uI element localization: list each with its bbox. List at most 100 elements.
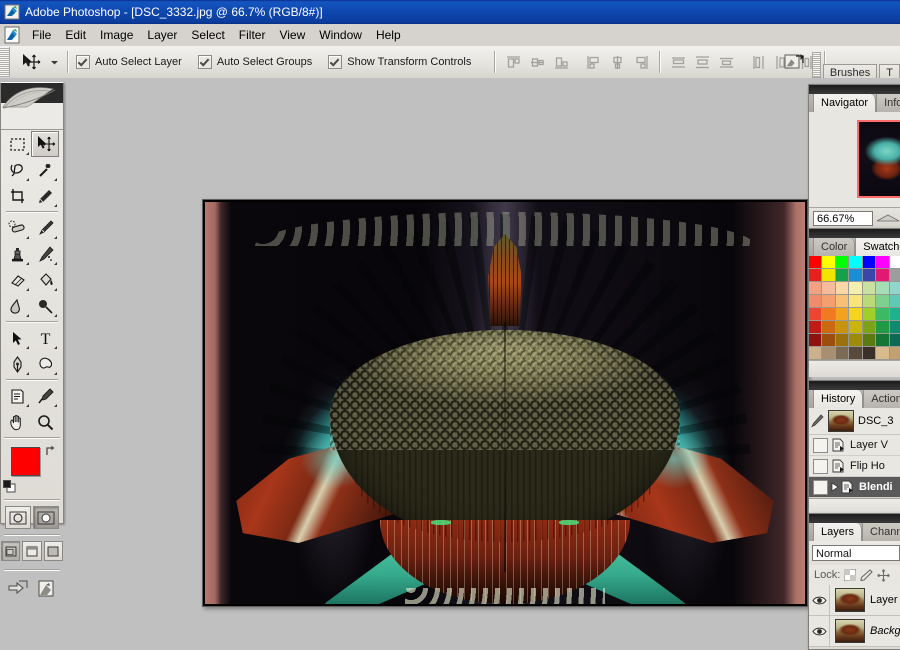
lock-position-icon[interactable]	[877, 568, 891, 582]
path-selection-tool[interactable]	[3, 325, 31, 351]
tab-channels[interactable]: Channels	[862, 523, 900, 541]
color-swatch[interactable]	[835, 256, 850, 269]
color-swatch[interactable]	[876, 256, 890, 269]
color-swatch[interactable]	[835, 347, 850, 360]
layer-name[interactable]: Layer	[870, 594, 898, 606]
menu-help[interactable]: Help	[369, 26, 408, 44]
color-swatch[interactable]	[876, 334, 890, 347]
distribute-top-edges-icon[interactable]	[668, 52, 689, 73]
color-swatch[interactable]	[849, 282, 863, 295]
color-swatch[interactable]	[849, 321, 863, 334]
distribute-left-edges-icon[interactable]	[748, 52, 769, 73]
tab-history[interactable]: History	[813, 390, 864, 408]
notes-tool[interactable]	[3, 383, 31, 409]
layer-name[interactable]: Backg	[870, 625, 900, 637]
lasso-tool[interactable]	[3, 157, 31, 183]
menu-image[interactable]: Image	[93, 26, 140, 44]
eye-icon[interactable]	[809, 585, 830, 615]
color-swatch[interactable]	[862, 295, 877, 308]
default-colors-icon[interactable]	[3, 480, 16, 493]
blur-tool[interactable]	[3, 293, 31, 319]
color-swatch[interactable]	[809, 269, 823, 282]
photoshop-document-icon[interactable]	[3, 26, 21, 44]
color-swatch[interactable]	[809, 347, 823, 360]
blend-mode-select[interactable]: Normal	[812, 545, 900, 561]
color-swatch[interactable]	[876, 295, 890, 308]
menu-layer[interactable]: Layer	[140, 26, 184, 44]
move-tool[interactable]	[31, 131, 59, 157]
color-swatch[interactable]	[889, 347, 900, 360]
color-swatch[interactable]	[835, 321, 850, 334]
pen-tool[interactable]	[3, 351, 31, 377]
color-swatch[interactable]	[835, 269, 850, 282]
history-title-bar[interactable]	[809, 381, 900, 390]
zoom-tool[interactable]	[31, 409, 59, 435]
document-window[interactable]	[202, 199, 808, 607]
navigator-title-bar[interactable]	[809, 85, 900, 94]
color-swatch[interactable]	[835, 334, 850, 347]
eyedropper-tool[interactable]	[31, 383, 59, 409]
color-swatch[interactable]	[876, 321, 890, 334]
color-swatch[interactable]	[876, 282, 890, 295]
color-swatch[interactable]	[822, 282, 836, 295]
distribute-vertical-centers-icon[interactable]	[692, 52, 713, 73]
tab-info[interactable]: Info	[876, 94, 900, 112]
layer-row[interactable]: Layer	[809, 585, 900, 616]
layer-thumbnail[interactable]	[835, 588, 865, 612]
auto-select-layer-option[interactable]: Auto Select Layer	[76, 55, 182, 69]
foreground-color-swatch[interactable]	[11, 447, 40, 476]
color-swatch[interactable]	[835, 308, 850, 321]
marquee-tool[interactable]	[3, 131, 31, 157]
color-swatch[interactable]	[862, 269, 877, 282]
align-bottom-edges-icon[interactable]	[551, 52, 572, 73]
jump-to-imageready-button[interactable]	[7, 579, 31, 599]
color-swatch[interactable]	[835, 295, 850, 308]
history-state-row[interactable]: Layer V	[809, 435, 900, 456]
hand-tool[interactable]	[3, 409, 31, 435]
layer-row[interactable]: Backg	[809, 616, 900, 647]
options-bar-grip[interactable]	[0, 47, 10, 77]
swap-colors-icon[interactable]	[44, 444, 57, 457]
toolbox-extra-button[interactable]	[37, 579, 57, 599]
standard-mode-button[interactable]	[5, 506, 31, 529]
history-snapshot-toggle[interactable]	[813, 458, 828, 474]
color-swatch[interactable]	[889, 321, 900, 334]
background-thumbnail[interactable]	[835, 619, 865, 643]
brush-tool[interactable]	[31, 215, 59, 241]
history-snapshot-toggle[interactable]	[813, 479, 828, 495]
tab-color[interactable]: Color	[813, 238, 856, 256]
menu-window[interactable]: Window	[312, 26, 369, 44]
navigator-preview-area[interactable]	[809, 112, 900, 207]
color-swatch[interactable]	[889, 256, 900, 269]
quick-mask-mode-button[interactable]	[33, 506, 59, 529]
color-swatch[interactable]	[809, 282, 823, 295]
history-snapshot-row[interactable]: DSC_3	[809, 408, 900, 435]
color-swatch[interactable]	[862, 347, 877, 360]
align-horizontal-centers-icon[interactable]	[607, 52, 628, 73]
color-swatch[interactable]	[889, 308, 900, 321]
history-state-row[interactable]: Flip Ho	[809, 456, 900, 477]
color-swatch[interactable]	[862, 334, 877, 347]
align-left-edges-icon[interactable]	[583, 52, 604, 73]
auto-select-layer-checkbox[interactable]	[76, 55, 90, 69]
color-swatch[interactable]	[809, 334, 823, 347]
color-swatch[interactable]	[849, 334, 863, 347]
tab-actions[interactable]: Actions	[863, 390, 900, 408]
palette-well-grip[interactable]	[811, 51, 821, 78]
color-swatch[interactable]	[822, 347, 836, 360]
color-swatch[interactable]	[822, 295, 836, 308]
color-swatch[interactable]	[849, 308, 863, 321]
color-swatch[interactable]	[822, 308, 836, 321]
align-right-edges-icon[interactable]	[631, 52, 652, 73]
history-state-row[interactable]: Blendi	[809, 477, 900, 498]
show-transform-controls-option[interactable]: Show Transform Controls	[328, 55, 471, 69]
align-top-edges-icon[interactable]	[503, 52, 524, 73]
color-swatch[interactable]	[835, 282, 850, 295]
navigator-zoom-input[interactable]: 66.67%	[813, 210, 873, 226]
type-tool[interactable]: T	[31, 325, 59, 351]
color-swatch[interactable]	[809, 321, 823, 334]
menu-edit[interactable]: Edit	[58, 26, 93, 44]
color-swatch[interactable]	[862, 308, 877, 321]
color-swatch[interactable]	[889, 334, 900, 347]
color-swatch[interactable]	[889, 295, 900, 308]
